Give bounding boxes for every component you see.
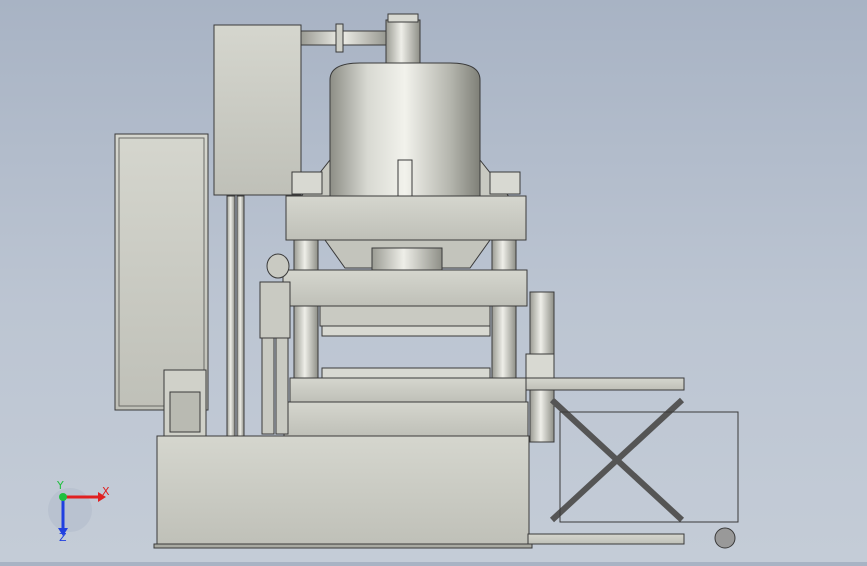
vertical-pipe xyxy=(226,195,236,437)
press-machine-model[interactable]: X Y Z xyxy=(0,0,867,562)
bed-plate xyxy=(283,401,529,437)
lift-table-base xyxy=(527,533,685,545)
upper-mould xyxy=(321,325,491,337)
electrical-cabinet xyxy=(114,133,209,411)
bolt-flange-left xyxy=(291,171,323,195)
top-crossbeam xyxy=(285,195,527,241)
lift-table-top xyxy=(525,377,685,391)
top-pipe xyxy=(300,30,392,46)
machine-base xyxy=(156,435,530,547)
main-cylinder-dome xyxy=(329,62,481,199)
coordinate-triad: X Y Z xyxy=(48,479,110,544)
y-axis-dot xyxy=(59,493,67,501)
y-axis-label: Y xyxy=(56,479,64,492)
cad-viewport[interactable]: X Y Z xyxy=(0,0,867,562)
x-axis-label: X xyxy=(102,485,110,498)
upper-control-box xyxy=(213,24,302,196)
bolt-flange-right xyxy=(489,171,521,195)
lower-platen xyxy=(289,377,527,403)
cart-wheel xyxy=(714,527,736,549)
z-axis-label: Z xyxy=(59,531,67,544)
moving-platen xyxy=(282,269,528,307)
ram xyxy=(371,247,443,273)
top-valve xyxy=(385,19,421,69)
